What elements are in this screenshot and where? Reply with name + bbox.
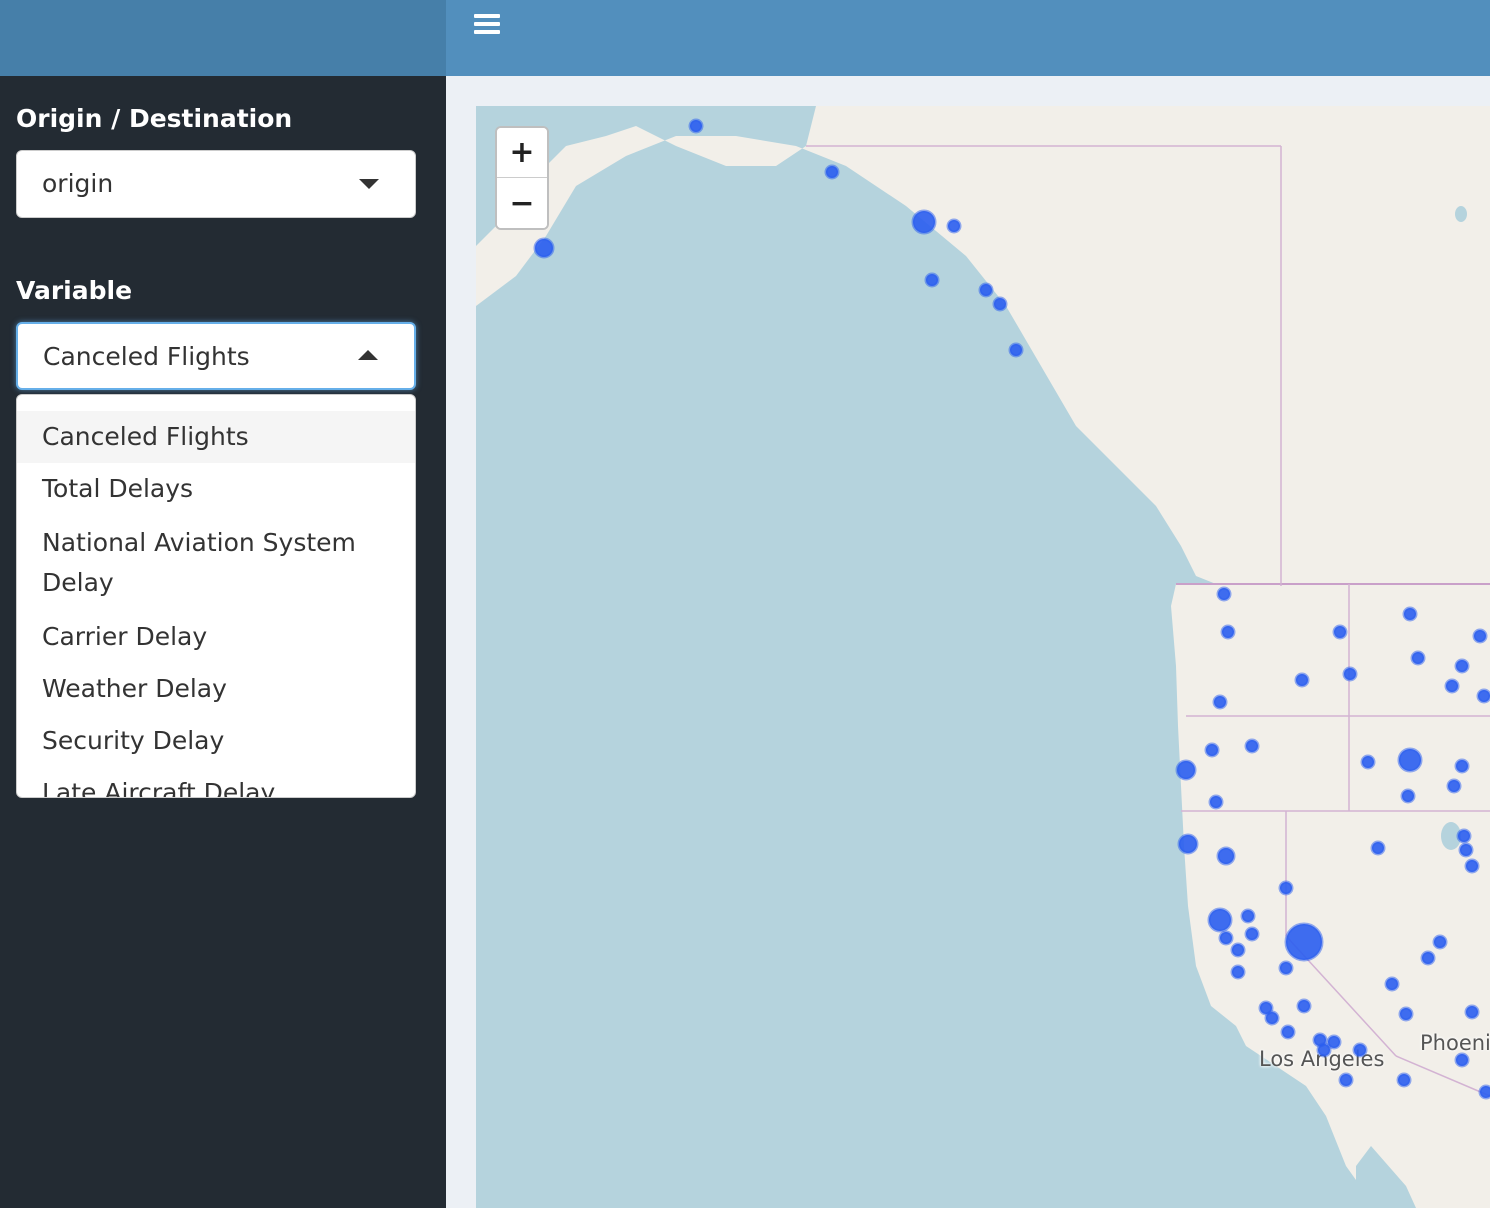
airport-marker[interactable] [1398, 1006, 1414, 1022]
airport-marker[interactable] [1208, 794, 1224, 810]
airport-marker[interactable] [1472, 628, 1488, 644]
airport-marker[interactable] [946, 218, 962, 234]
airport-marker[interactable] [1212, 694, 1228, 710]
airport-marker[interactable] [1216, 846, 1236, 866]
airport-marker[interactable] [1444, 678, 1460, 694]
airport-marker[interactable] [992, 296, 1008, 312]
option-canceled-flights[interactable]: Canceled Flights [17, 411, 415, 463]
airport-marker[interactable] [1464, 1004, 1480, 1020]
caret-down-icon [359, 179, 379, 189]
airport-marker[interactable] [1278, 880, 1294, 896]
airport-marker[interactable] [1370, 840, 1386, 856]
option-carrier-delay[interactable]: Carrier Delay [17, 611, 415, 663]
airport-marker[interactable] [1244, 926, 1260, 942]
airport-marker[interactable] [1400, 788, 1416, 804]
airport-marker[interactable] [1402, 606, 1418, 622]
airport-marker[interactable] [1352, 1042, 1368, 1058]
origin-destination-select[interactable]: origin [16, 150, 416, 218]
option-security-delay[interactable]: Security Delay [17, 715, 415, 767]
airport-marker[interactable] [1230, 942, 1246, 958]
airport-marker[interactable] [1384, 976, 1400, 992]
airport-marker[interactable] [1175, 759, 1197, 781]
airport-marker[interactable] [1280, 1024, 1296, 1040]
airport-marker[interactable] [1342, 666, 1358, 682]
airport-marker[interactable] [1360, 754, 1376, 770]
airport-marker[interactable] [1446, 778, 1462, 794]
variable-label: Variable [16, 276, 133, 305]
airport-marker[interactable] [1464, 858, 1480, 874]
airport-marker[interactable] [1420, 950, 1436, 966]
airport-marker[interactable] [1458, 842, 1474, 858]
variable-dropdown: Canceled Flights Total Delays National A… [16, 394, 416, 798]
zoom-in-button[interactable]: + [497, 128, 547, 178]
airport-marker[interactable] [1204, 742, 1220, 758]
option-late-aircraft-delay[interactable]: Late Aircraft Delay [17, 767, 415, 797]
variable-select[interactable]: Canceled Flights [16, 322, 416, 390]
airport-marker[interactable] [1220, 624, 1236, 640]
hamburger-menu-icon[interactable] [474, 14, 502, 38]
airport-marker[interactable] [1240, 908, 1256, 924]
airport-marker[interactable] [1294, 672, 1310, 688]
airport-marker[interactable] [1454, 758, 1470, 774]
airport-marker[interactable] [1454, 658, 1470, 674]
airport-marker[interactable] [911, 209, 937, 235]
airport-marker[interactable] [1332, 624, 1348, 640]
zoom-out-button[interactable]: − [497, 178, 547, 228]
airport-marker[interactable] [1230, 964, 1246, 980]
airport-marker[interactable] [1207, 907, 1233, 933]
option-weather-delay[interactable]: Weather Delay [17, 663, 415, 715]
airport-marker[interactable] [824, 164, 840, 180]
airport-marker[interactable] [1410, 650, 1426, 666]
header-brand-area [0, 0, 446, 76]
origin-destination-label: Origin / Destination [16, 104, 293, 133]
airport-marker[interactable] [688, 118, 704, 134]
airport-marker[interactable] [1244, 738, 1260, 754]
variable-value: Canceled Flights [43, 342, 250, 371]
airport-marker[interactable] [1338, 1072, 1354, 1088]
option-total-delays[interactable]: Total Delays [17, 463, 415, 515]
airport-marker[interactable] [1218, 930, 1234, 946]
airport-marker[interactable] [1296, 998, 1312, 1014]
airport-marker[interactable] [1008, 342, 1024, 358]
airport-marker[interactable] [1264, 1010, 1280, 1026]
header-navbar [446, 0, 1490, 76]
airport-marker[interactable] [1456, 828, 1472, 844]
airport-marker[interactable] [1326, 1034, 1342, 1050]
zoom-control: + − [495, 126, 549, 230]
origin-destination-value: origin [42, 169, 114, 198]
airport-marker[interactable] [1397, 747, 1423, 773]
airport-marker[interactable] [533, 237, 555, 259]
airport-marker[interactable] [1396, 1072, 1412, 1088]
airport-marker[interactable] [1454, 1052, 1470, 1068]
map-canvas[interactable]: Los Angeles Phoenix [476, 106, 1490, 1208]
map-markers [533, 118, 1490, 1100]
airport-marker[interactable] [1478, 1084, 1490, 1100]
airport-marker[interactable] [1284, 922, 1324, 962]
airport-marker[interactable] [1278, 960, 1294, 976]
airport-marker[interactable] [924, 272, 940, 288]
option-nas-delay[interactable]: National Aviation System Delay [17, 515, 415, 611]
airport-marker[interactable] [1177, 833, 1199, 855]
caret-up-icon [358, 350, 378, 360]
airport-marker[interactable] [1432, 934, 1448, 950]
airport-marker[interactable] [1476, 688, 1490, 704]
airport-marker[interactable] [978, 282, 994, 298]
airport-marker[interactable] [1216, 586, 1232, 602]
